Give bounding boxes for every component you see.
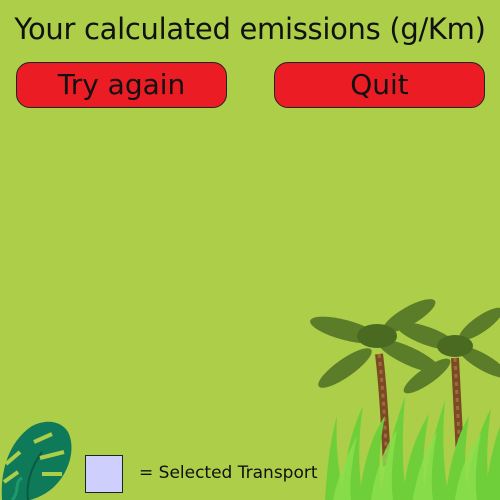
quit-button[interactable]: Quit [274, 62, 485, 108]
selected-transport-swatch [85, 455, 123, 493]
palm-trees-grass-icon [310, 299, 500, 500]
monstera-leaf-icon [1, 421, 72, 500]
legend-label: = Selected Transport [139, 463, 318, 483]
page-title: Your calculated emissions (g/Km) [14, 12, 486, 46]
try-again-button[interactable]: Try again [16, 62, 227, 108]
